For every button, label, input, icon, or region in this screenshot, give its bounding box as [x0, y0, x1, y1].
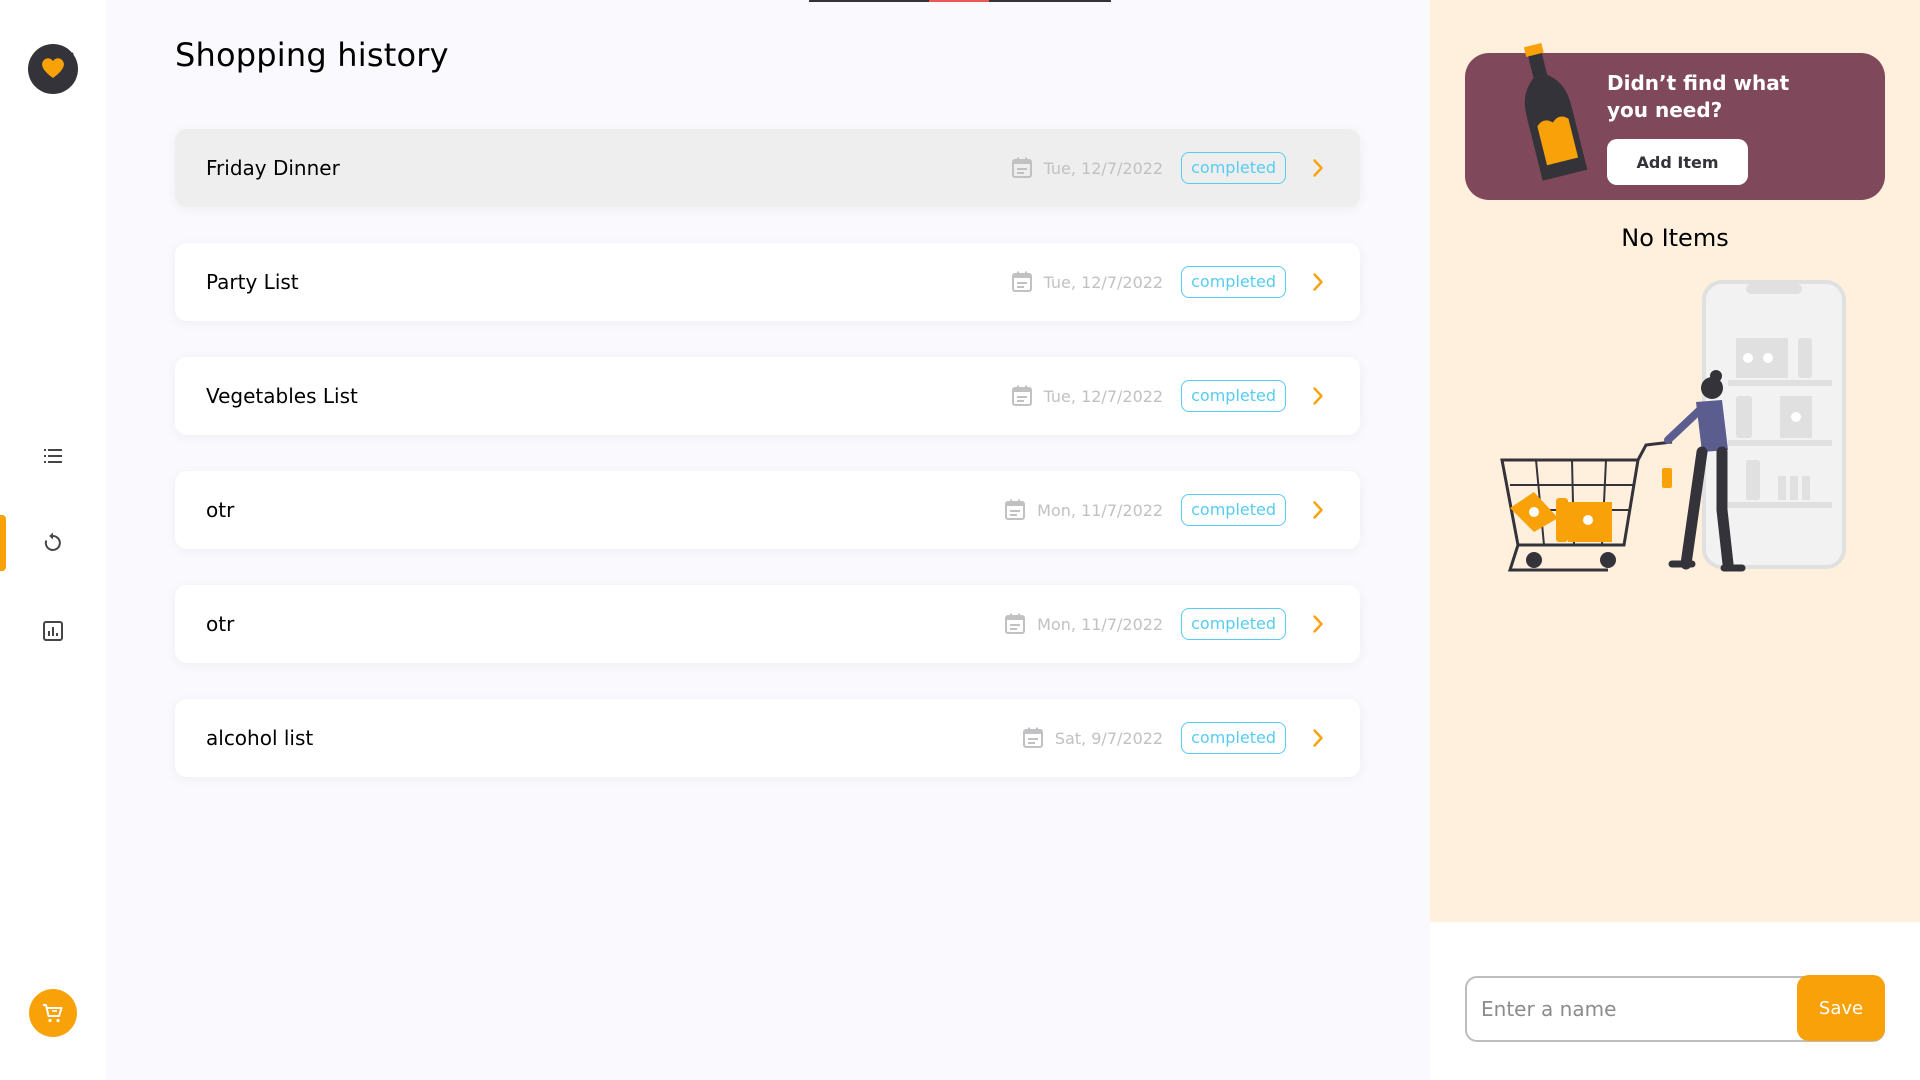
list-icon: [44, 449, 62, 463]
main-content: Shopping history Friday Dinner Tue, 12/7…: [106, 0, 1430, 1080]
history-list: Friday Dinner Tue, 12/7/2022 completed P…: [175, 129, 1360, 813]
chevron-right-icon[interactable]: [1306, 384, 1330, 408]
history-row[interactable]: Vegetables List Tue, 12/7/2022 completed: [175, 357, 1360, 435]
list-date: Tue, 12/7/2022: [1043, 386, 1164, 406]
bottle-icon: [1523, 42, 1588, 181]
list-date: Mon, 11/7/2022: [1037, 500, 1164, 520]
app-logo[interactable]: [28, 44, 78, 94]
history-row[interactable]: Friday Dinner Tue, 12/7/2022 completed: [175, 129, 1360, 207]
list-date: Sat, 9/7/2022: [1054, 728, 1164, 748]
chevron-right-icon[interactable]: [1306, 156, 1330, 180]
shopping-list-panel: Didn’t find what you need? Add Item No I…: [1430, 0, 1920, 1080]
chevron-right-icon[interactable]: [1306, 270, 1330, 294]
list-name: Vegetables List: [206, 384, 358, 408]
promo-text: Didn’t find what you need?: [1607, 71, 1790, 122]
list-date: Tue, 12/7/2022: [1043, 272, 1164, 292]
status-badge: completed: [1181, 152, 1286, 184]
list-name: otr: [206, 498, 235, 522]
list-name: alcohol list: [206, 726, 314, 750]
list-name: otr: [206, 612, 235, 636]
bar-chart-icon: [43, 621, 63, 641]
calendar-icon: [1003, 612, 1027, 636]
sidebar-item-history[interactable]: [0, 515, 106, 571]
save-list-bar: Save: [1430, 922, 1920, 1080]
save-button[interactable]: Save: [1797, 975, 1885, 1041]
chevron-right-icon[interactable]: [1306, 726, 1330, 750]
sidebar-item-statistics[interactable]: [0, 603, 106, 659]
status-badge: completed: [1181, 494, 1286, 526]
list-name: Party List: [206, 270, 299, 294]
calendar-icon: [1003, 498, 1027, 522]
shopping-cart-illustration: [1500, 280, 1846, 572]
add-item-promo: Didn’t find what you need? Add Item: [1465, 42, 1885, 200]
calendar-icon: [1021, 726, 1045, 750]
add-item-button[interactable]: Add Item: [1607, 139, 1748, 185]
calendar-icon: [1010, 156, 1034, 180]
history-row[interactable]: otr Mon, 11/7/2022 completed: [175, 471, 1360, 549]
sidebar: [0, 0, 106, 1080]
calendar-icon: [1010, 270, 1034, 294]
history-icon: [44, 532, 61, 551]
list-name: Friday Dinner: [206, 156, 340, 180]
status-badge: completed: [1181, 608, 1286, 640]
list-date: Mon, 11/7/2022: [1037, 614, 1164, 634]
cart-icon: [43, 1004, 63, 1023]
chevron-right-icon[interactable]: [1306, 612, 1330, 636]
cart-button[interactable]: [29, 989, 77, 1037]
sidebar-item-items[interactable]: [0, 428, 106, 484]
empty-list-text: No Items: [1621, 224, 1729, 252]
list-date: Tue, 12/7/2022: [1043, 158, 1164, 178]
chevron-right-icon[interactable]: [1306, 498, 1330, 522]
history-row[interactable]: alcohol list Sat, 9/7/2022 completed: [175, 699, 1360, 777]
top-indicator: [809, 0, 1111, 2]
status-badge: completed: [1181, 380, 1286, 412]
status-badge: completed: [1181, 266, 1286, 298]
history-row[interactable]: otr Mon, 11/7/2022 completed: [175, 585, 1360, 663]
status-badge: completed: [1181, 722, 1286, 754]
page-title: Shopping history: [175, 36, 449, 74]
calendar-icon: [1010, 384, 1034, 408]
history-row[interactable]: Party List Tue, 12/7/2022 completed: [175, 243, 1360, 321]
